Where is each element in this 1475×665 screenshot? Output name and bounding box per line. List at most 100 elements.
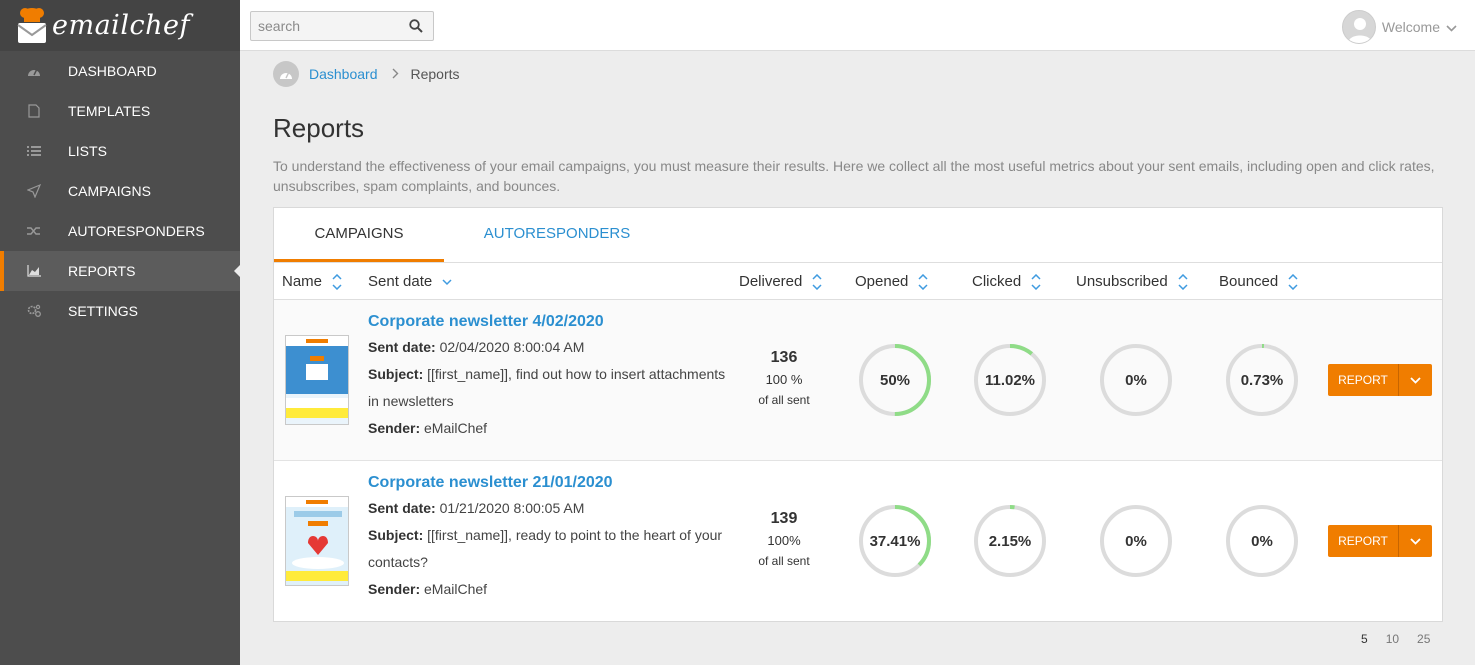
delivered-label: of all sent bbox=[758, 393, 810, 407]
column-label: Delivered bbox=[739, 273, 803, 290]
column-sent-date[interactable]: Sent date bbox=[368, 263, 452, 300]
page-size-5[interactable]: 5 bbox=[1361, 632, 1368, 646]
column-bounced[interactable]: Bounced bbox=[1219, 263, 1298, 300]
sidebar-item-templates[interactable]: TEMPLATES bbox=[0, 91, 240, 131]
sidebar-item-reports[interactable]: REPORTS bbox=[0, 251, 240, 291]
subject-line: Subject: [[first_name]], ready to point … bbox=[368, 522, 728, 576]
ring-label: 0.73% bbox=[1240, 371, 1284, 389]
ring-label: 11.02% bbox=[984, 371, 1036, 389]
topbar: Welcome bbox=[240, 0, 1475, 51]
sort-icon bbox=[332, 273, 342, 290]
sidebar-item-settings[interactable]: SETTINGS bbox=[0, 291, 240, 331]
sender-value: eMailChef bbox=[424, 581, 488, 597]
list-icon bbox=[26, 143, 42, 159]
sidebar-item-lists[interactable]: LISTS bbox=[0, 131, 240, 171]
dashboard-icon bbox=[26, 63, 42, 79]
sidebar-item-label: TEMPLATES bbox=[68, 103, 151, 119]
brand-name: emailchef bbox=[52, 10, 190, 41]
breadcrumb: Dashboard Reports bbox=[273, 51, 1443, 97]
search-input[interactable] bbox=[251, 12, 401, 40]
page-size-25[interactable]: 25 bbox=[1417, 632, 1430, 646]
delivered-percent: 100% bbox=[767, 533, 801, 548]
sidebar-item-autoresponders[interactable]: AUTORESPONDERS bbox=[0, 211, 240, 251]
breadcrumb-dashboard-link[interactable]: Dashboard bbox=[309, 66, 378, 82]
column-label: Name bbox=[282, 273, 323, 290]
chevron-right-icon bbox=[392, 66, 399, 82]
search-box bbox=[250, 11, 434, 41]
sender-label: Sender: bbox=[368, 420, 421, 436]
table-row: Corporate newsletter 21/01/2020 Sent dat… bbox=[274, 461, 1442, 622]
sidebar-item-label: CAMPAIGNS bbox=[68, 183, 151, 199]
area-chart-icon bbox=[26, 263, 42, 279]
column-delivered[interactable]: Delivered bbox=[739, 263, 822, 300]
subject-label: Subject: bbox=[368, 366, 424, 382]
column-clicked[interactable]: Clicked bbox=[972, 263, 1041, 300]
shuffle-icon bbox=[26, 223, 42, 239]
main-content: Dashboard Reports Reports To understand … bbox=[273, 51, 1443, 196]
user-menu[interactable]: Welcome bbox=[1341, 10, 1457, 44]
column-opened[interactable]: Opened bbox=[855, 263, 928, 300]
campaign-info: Corporate newsletter 4/02/2020 Sent date… bbox=[368, 310, 728, 442]
page-size-selector: 5 10 25 bbox=[1361, 632, 1430, 646]
column-unsubscribed[interactable]: Unsubscribed bbox=[1076, 263, 1188, 300]
chevron-down-icon[interactable] bbox=[1398, 364, 1432, 396]
chef-envelope-logo-icon bbox=[16, 6, 48, 46]
paper-plane-icon bbox=[26, 183, 42, 199]
delivered-cell: 139 100% of all sent bbox=[734, 507, 834, 571]
campaign-title-link[interactable]: Corporate newsletter 4/02/2020 bbox=[368, 310, 728, 334]
column-label: Opened bbox=[855, 273, 909, 290]
sidebar-item-label: LISTS bbox=[68, 143, 107, 159]
reports-panel: CAMPAIGNS AUTORESPONDERS Name Sent date … bbox=[273, 207, 1443, 622]
column-label: Unsubscribed bbox=[1076, 273, 1168, 290]
sort-down-icon bbox=[442, 278, 452, 286]
tab-autoresponders[interactable]: AUTORESPONDERS bbox=[444, 208, 670, 262]
sent-date-line: Sent date: 01/21/2020 8:00:05 AM bbox=[368, 495, 728, 522]
page-description: To understand the effectiveness of your … bbox=[273, 158, 1435, 194]
search-icon[interactable] bbox=[401, 12, 431, 40]
sidebar-nav: DASHBOARD TEMPLATES LISTS CAMPAIGNS AUTO… bbox=[0, 51, 240, 331]
newsletter-thumbnail[interactable] bbox=[285, 496, 349, 586]
page-title: Reports bbox=[273, 113, 365, 143]
unsubscribed-ring: 0% bbox=[1099, 343, 1173, 417]
dashboard-icon[interactable] bbox=[273, 61, 299, 87]
avatar bbox=[1341, 10, 1376, 44]
sender-value: eMailChef bbox=[424, 420, 488, 436]
sidebar-item-label: SETTINGS bbox=[68, 303, 139, 319]
delivered-count: 139 bbox=[770, 510, 798, 527]
page-size-10[interactable]: 10 bbox=[1386, 632, 1399, 646]
ring-label: 0% bbox=[1125, 532, 1147, 550]
logo[interactable]: emailchef bbox=[0, 0, 240, 51]
column-name[interactable]: Name bbox=[282, 263, 342, 300]
ring-label: 37.41% bbox=[869, 532, 921, 550]
table-row: Corporate newsletter 4/02/2020 Sent date… bbox=[274, 300, 1442, 461]
unsubscribed-ring: 0% bbox=[1099, 504, 1173, 578]
report-button[interactable]: REPORT bbox=[1328, 364, 1398, 396]
clicked-ring: 11.02% bbox=[973, 343, 1047, 417]
sender-line: Sender: eMailChef bbox=[368, 415, 728, 442]
sort-icon bbox=[918, 273, 928, 290]
newsletter-thumbnail[interactable] bbox=[285, 335, 349, 425]
delivered-percent: 100 % bbox=[765, 372, 803, 387]
sidebar-item-dashboard[interactable]: DASHBOARD bbox=[0, 51, 240, 91]
report-button[interactable]: REPORT bbox=[1328, 525, 1398, 557]
tab-campaigns[interactable]: CAMPAIGNS bbox=[274, 208, 444, 262]
campaign-title-link[interactable]: Corporate newsletter 21/01/2020 bbox=[368, 471, 728, 495]
sidebar-item-campaigns[interactable]: CAMPAIGNS bbox=[0, 171, 240, 211]
sender-line: Sender: eMailChef bbox=[368, 576, 728, 603]
sort-icon bbox=[1288, 273, 1298, 290]
column-label: Sent date bbox=[368, 273, 433, 290]
ring-label: 2.15% bbox=[988, 532, 1032, 550]
sender-label: Sender: bbox=[368, 581, 421, 597]
clicked-ring: 2.15% bbox=[973, 504, 1047, 578]
subject-label: Subject: bbox=[368, 527, 424, 543]
bounced-ring: 0.73% bbox=[1225, 343, 1299, 417]
report-button-group: REPORT bbox=[1328, 364, 1432, 396]
chevron-down-icon[interactable] bbox=[1398, 525, 1432, 557]
sent-date-line: Sent date: 02/04/2020 8:00:04 AM bbox=[368, 334, 728, 361]
sidebar-item-label: REPORTS bbox=[68, 263, 136, 279]
delivered-count: 136 bbox=[770, 349, 798, 366]
ring-label: 0% bbox=[1251, 532, 1273, 550]
ring-label: 0% bbox=[1125, 371, 1147, 389]
subject-line: Subject: [[first_name]], find out how to… bbox=[368, 361, 728, 415]
campaign-info: Corporate newsletter 21/01/2020 Sent dat… bbox=[368, 471, 728, 603]
